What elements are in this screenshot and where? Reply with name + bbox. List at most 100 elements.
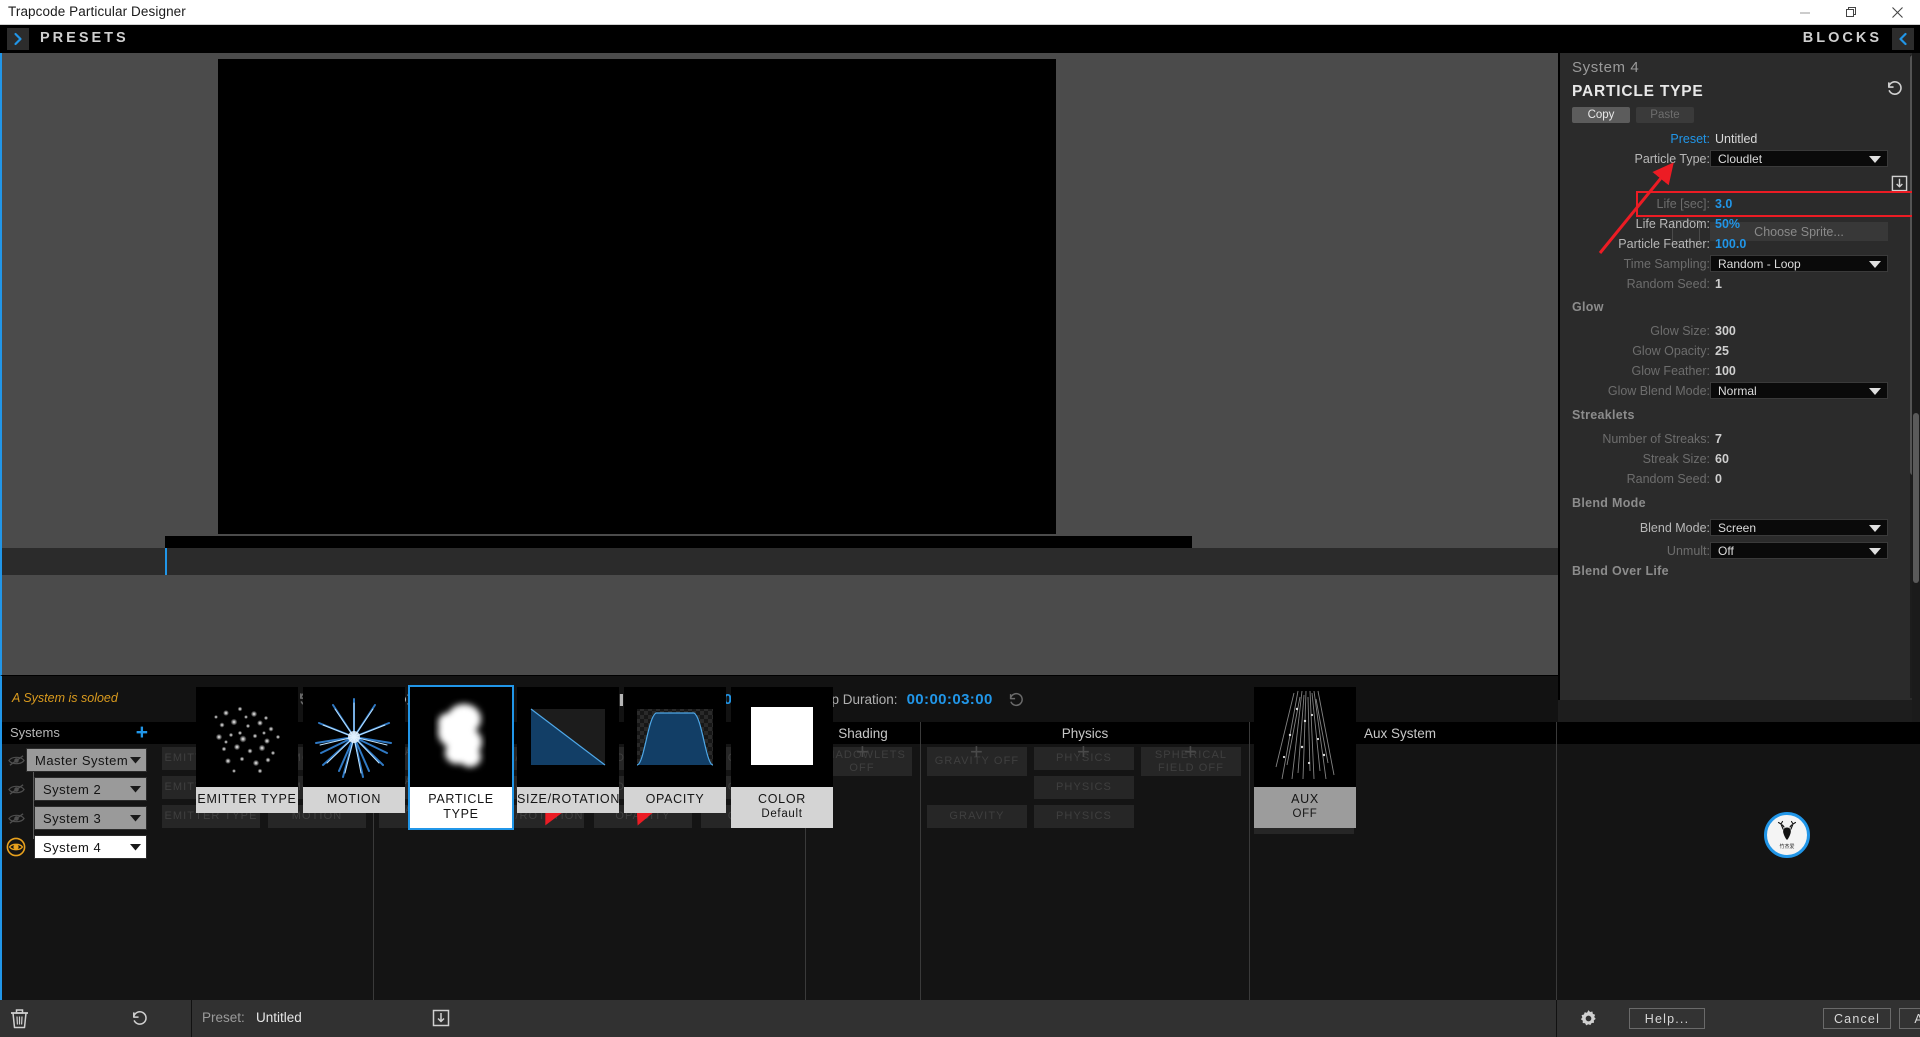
visibility-off-icon[interactable] bbox=[6, 779, 26, 799]
trash-icon[interactable] bbox=[10, 1009, 29, 1034]
statusbar-preset-label: Preset: bbox=[202, 1010, 245, 1025]
block-card-label: PARTICLE TYPE bbox=[410, 787, 512, 828]
timeline-strip bbox=[2, 536, 1558, 548]
random-seed-value[interactable]: 1 bbox=[1715, 274, 1722, 294]
watermark-badge: 竹杰爱 bbox=[1764, 812, 1810, 858]
block-card-label: SIZE/ROTATION bbox=[517, 787, 619, 813]
particle-type-row: Particle Type: Cloudlet bbox=[1560, 149, 1920, 169]
grid-block[interactable]: PHYSICS bbox=[1034, 805, 1134, 828]
unmult-value: Off bbox=[1718, 543, 1734, 558]
system-button-2[interactable]: System 2 bbox=[34, 777, 147, 801]
panel-system-name: System 4 bbox=[1572, 59, 1640, 76]
panel-reset-icon[interactable] bbox=[1885, 79, 1904, 103]
minimize-icon[interactable] bbox=[1782, 0, 1828, 25]
panel-block-title: PARTICLE TYPE bbox=[1572, 83, 1704, 100]
unmult-dropdown[interactable]: Off bbox=[1710, 542, 1888, 559]
blend-mode-dropdown[interactable]: Screen bbox=[1710, 519, 1888, 536]
block-card-label: MOTION bbox=[303, 787, 405, 813]
system-row-2: System 2 bbox=[2, 776, 158, 802]
glow-blend-mode-dropdown[interactable]: Normal bbox=[1710, 382, 1888, 399]
preset-value[interactable]: Untitled bbox=[1715, 129, 1757, 149]
visibility-off-icon[interactable] bbox=[6, 750, 26, 770]
column-divider bbox=[1249, 722, 1250, 1000]
streak-random-seed-value[interactable]: 0 bbox=[1715, 469, 1722, 489]
chevron-right-icon[interactable] bbox=[7, 28, 29, 50]
add-block-physics[interactable]: + bbox=[1077, 741, 1090, 763]
block-card-aux[interactable]: AUX OFF bbox=[1254, 687, 1356, 828]
save-preset-icon[interactable] bbox=[432, 1009, 450, 1032]
parameter-panel: System 4 PARTICLE TYPE Copy Paste Preset… bbox=[1558, 53, 1920, 700]
system-button-4[interactable]: System 4 bbox=[34, 835, 147, 859]
block-card-motion[interactable]: MOTION bbox=[303, 687, 405, 813]
block-card-label: COLOR Default bbox=[731, 787, 833, 828]
number-of-streaks-row: Number of Streaks: 7 bbox=[1560, 429, 1920, 449]
glow-feather-value[interactable]: 100 bbox=[1715, 361, 1736, 381]
gear-icon[interactable] bbox=[1579, 1009, 1598, 1033]
apply-button[interactable]: Apply bbox=[1899, 1008, 1920, 1029]
close-icon[interactable] bbox=[1874, 0, 1920, 25]
timeline-scrubber[interactable] bbox=[2, 548, 1558, 575]
visibility-off-icon[interactable] bbox=[6, 808, 26, 828]
glow-blend-mode-row: Glow Blend Mode: Normal bbox=[1560, 381, 1920, 401]
add-block-gravity[interactable]: + bbox=[970, 741, 983, 763]
presets-label[interactable]: PRESETS bbox=[40, 30, 129, 46]
copy-paste-row: Copy Paste bbox=[1572, 107, 1694, 123]
add-block-spherical-field[interactable]: + bbox=[1184, 741, 1197, 763]
system-button-3[interactable]: System 3 bbox=[34, 806, 147, 830]
chevron-down-icon[interactable] bbox=[124, 778, 146, 800]
life-value[interactable]: 3.0 bbox=[1715, 194, 1732, 214]
block-card-color[interactable]: COLOR Default bbox=[731, 687, 833, 828]
white-swatch-thumbnail bbox=[731, 687, 833, 787]
blocks-label[interactable]: BLOCKS bbox=[1803, 30, 1882, 46]
system-row-4: System 4 bbox=[2, 834, 158, 860]
life-random-label: Life Random: bbox=[1635, 217, 1710, 231]
chevron-down-icon[interactable] bbox=[124, 836, 146, 858]
block-card-size-rotation[interactable]: SIZE/ROTATION bbox=[517, 687, 619, 813]
help-button[interactable]: Help... bbox=[1629, 1008, 1705, 1029]
block-card-emitter-type[interactable]: EMITTER TYPE bbox=[196, 687, 298, 813]
paste-button[interactable]: Paste bbox=[1636, 107, 1694, 123]
glow-size-value[interactable]: 300 bbox=[1715, 321, 1736, 341]
chevron-down-icon[interactable] bbox=[124, 749, 146, 771]
system-name: System 4 bbox=[43, 839, 102, 855]
grid-block[interactable]: GRAVITY bbox=[927, 805, 1027, 828]
block-card-opacity[interactable]: OPACITY bbox=[624, 687, 726, 813]
streak-size-value[interactable]: 60 bbox=[1715, 449, 1729, 469]
system-name: System 3 bbox=[43, 810, 102, 826]
timeline-strip-left bbox=[2, 536, 165, 548]
block-card-title: COLOR bbox=[758, 792, 806, 806]
particular-designer-window: Trapcode Particular Designer PRESETS BLO… bbox=[0, 0, 1920, 1037]
copy-button[interactable]: Copy bbox=[1572, 107, 1630, 123]
chevron-down-icon[interactable] bbox=[124, 807, 146, 829]
reset-icon[interactable] bbox=[130, 1009, 149, 1033]
life-random-value[interactable]: 50% bbox=[1715, 214, 1740, 234]
cancel-button[interactable]: Cancel bbox=[1823, 1008, 1891, 1029]
number-of-streaks-value[interactable]: 7 bbox=[1715, 429, 1722, 449]
column-divider bbox=[1556, 722, 1557, 1000]
visibility-on-icon[interactable] bbox=[6, 837, 26, 857]
particle-feather-value[interactable]: 100.0 bbox=[1715, 234, 1746, 254]
preview-viewport[interactable] bbox=[218, 59, 1056, 534]
loop-reset-icon[interactable] bbox=[1002, 686, 1030, 714]
plus-icon[interactable]: + bbox=[136, 722, 148, 743]
blend-mode-row: Blend Mode: Screen bbox=[1560, 518, 1920, 538]
glow-opacity-value[interactable]: 25 bbox=[1715, 341, 1729, 361]
column-divider bbox=[920, 722, 921, 1000]
system-button-master[interactable]: Master System bbox=[26, 748, 147, 772]
aux-streaks-thumbnail bbox=[1254, 687, 1356, 787]
statusbar-preset-value[interactable]: Untitled bbox=[256, 1010, 302, 1025]
playhead[interactable] bbox=[165, 548, 167, 575]
loop-duration-value[interactable]: 00:00:03:00 bbox=[907, 691, 993, 708]
grid-block[interactable]: PHYSICS bbox=[1034, 776, 1134, 799]
block-card-particle-type[interactable]: PARTICLE TYPE bbox=[408, 685, 514, 830]
chevron-left-icon[interactable] bbox=[1892, 28, 1914, 50]
chevron-down-icon bbox=[1869, 261, 1881, 268]
add-block-shading[interactable]: + bbox=[856, 741, 869, 763]
streak-size-label: Streak Size: bbox=[1642, 452, 1710, 466]
glow-opacity-row: Glow Opacity: 25 bbox=[1560, 341, 1920, 361]
maximize-icon[interactable] bbox=[1828, 0, 1874, 25]
chevron-down-icon bbox=[1869, 156, 1881, 163]
time-sampling-dropdown[interactable]: Random - Loop bbox=[1710, 255, 1888, 272]
particle-type-dropdown[interactable]: Cloudlet bbox=[1710, 150, 1888, 167]
window-scrollbar-thumb[interactable] bbox=[1913, 413, 1919, 583]
